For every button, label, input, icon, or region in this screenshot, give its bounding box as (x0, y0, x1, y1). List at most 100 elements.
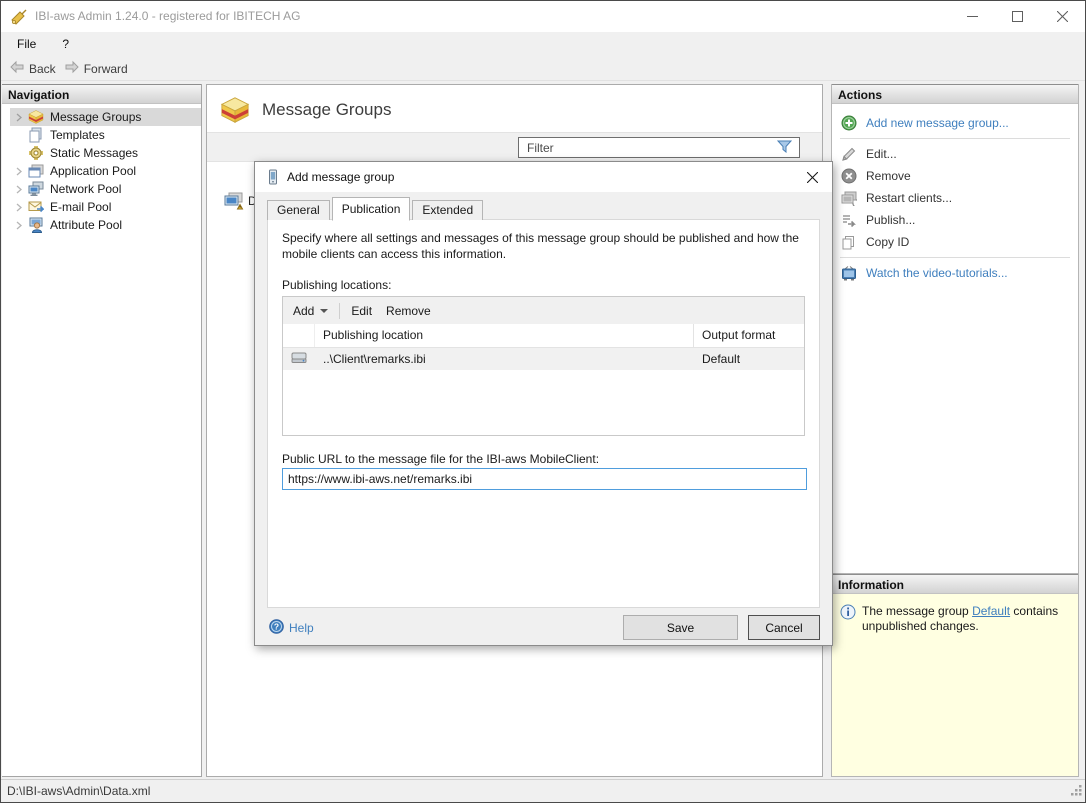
info-text-before: The message group (862, 604, 972, 618)
forward-arrow-icon (64, 60, 80, 77)
navigation-header: Navigation (2, 84, 201, 104)
action-restart-clients[interactable]: Restart clients... (832, 187, 1078, 209)
nav-item-application-pool[interactable]: Application Pool (10, 162, 201, 180)
publishing-locations-group: Add Edit Remove Publishing location Outp… (282, 296, 805, 436)
nav-item-attribute-pool[interactable]: Attribute Pool (10, 216, 201, 234)
tab-extended[interactable]: Extended (412, 200, 483, 220)
public-url-input[interactable] (282, 468, 807, 490)
close-button[interactable] (1040, 1, 1085, 32)
attribute-pool-icon (28, 217, 45, 233)
statusbar: D:\IBI-aws\Admin\Data.xml (1, 779, 1085, 802)
filter-strip (207, 132, 822, 162)
action-watch-video-tutorials[interactable]: Watch the video-tutorials... (832, 262, 1078, 284)
help-icon: ? (269, 619, 284, 637)
action-publish[interactable]: Publish... (832, 209, 1078, 231)
app-icon (10, 8, 28, 26)
filter-input[interactable] (519, 141, 777, 155)
public-url-label: Public URL to the message file for the I… (282, 452, 599, 466)
back-button[interactable]: Back (9, 60, 56, 77)
nav-item-label: Network Pool (50, 182, 121, 196)
dialog-close-icon[interactable] (792, 162, 832, 192)
nav-item-templates[interactable]: Templates (10, 126, 201, 144)
publishing-locations-label: Publishing locations: (282, 278, 391, 292)
titlebar: IBI-aws Admin 1.24.0 - registered for IB… (1, 1, 1085, 32)
drive-icon (291, 352, 307, 367)
nav-item-network-pool[interactable]: Network Pool (10, 180, 201, 198)
email-pool-icon (28, 199, 45, 215)
tab-publication[interactable]: Publication (332, 197, 411, 221)
cancel-button[interactable]: Cancel (748, 615, 820, 640)
separator (840, 257, 1070, 258)
action-label: Edit... (866, 147, 897, 161)
pencil-icon (840, 146, 857, 162)
nav-item-static-messages[interactable]: Static Messages (10, 144, 201, 162)
filter-funnel-icon[interactable] (777, 140, 795, 156)
menu-help[interactable]: ? (52, 32, 79, 57)
action-label: Publish... (866, 213, 915, 227)
help-label: Help (289, 621, 314, 635)
nav-item-label: Static Messages (50, 146, 138, 160)
chevron-right-icon[interactable] (10, 113, 28, 122)
nav-item-email-pool[interactable]: E-mail Pool (10, 198, 201, 216)
edit-label: Edit (351, 304, 372, 318)
menu-file[interactable]: File (7, 32, 46, 57)
action-copy-id[interactable]: Copy ID (832, 231, 1078, 253)
chevron-right-icon[interactable] (10, 185, 28, 194)
forward-label: Forward (84, 62, 128, 76)
publishing-location-column-header[interactable]: Publishing location (315, 324, 694, 347)
table-row[interactable]: ..\Client\remarks.ibi Default (283, 348, 804, 370)
svg-text:?: ? (274, 621, 279, 631)
maximize-button[interactable] (995, 1, 1040, 32)
remove-location-button[interactable]: Remove (386, 304, 431, 318)
message-groups-icon (28, 109, 45, 125)
navigation-panel: Navigation Message Groups Templates Stat… (2, 84, 202, 777)
chevron-right-icon[interactable] (10, 221, 28, 230)
chevron-right-icon[interactable] (10, 203, 28, 212)
actions-header: Actions (832, 84, 1078, 104)
navigation-tree: Message Groups Templates Static Messages… (2, 104, 201, 234)
status-file-path: D:\IBI-aws\Admin\Data.xml (7, 780, 150, 802)
forward-button[interactable]: Forward (64, 60, 128, 77)
back-label: Back (29, 62, 56, 76)
templates-icon (28, 127, 45, 143)
nav-item-label: Application Pool (50, 164, 136, 178)
help-link[interactable]: ? Help (269, 619, 314, 637)
app-window: IBI-aws Admin 1.24.0 - registered for IB… (0, 0, 1086, 803)
tv-icon (840, 265, 857, 281)
action-edit[interactable]: Edit... (832, 143, 1078, 165)
resize-grip[interactable] (1070, 784, 1083, 800)
page-title: Message Groups (262, 95, 391, 125)
information-header: Information (832, 574, 1078, 594)
nav-item-label: Message Groups (50, 110, 141, 124)
publication-tab-content: Specify where all settings and messages … (267, 219, 820, 608)
default-group-link[interactable]: Default (972, 604, 1010, 618)
save-button[interactable]: Save (623, 615, 738, 640)
restart-clients-icon (840, 190, 857, 206)
output-format-column-header[interactable]: Output format (694, 324, 804, 347)
row-publishing-location: ..\Client\remarks.ibi (315, 352, 694, 366)
back-arrow-icon (9, 60, 25, 77)
add-plus-icon (840, 115, 857, 131)
window-title: IBI-aws Admin 1.24.0 - registered for IB… (35, 1, 300, 32)
tab-general[interactable]: General (267, 200, 330, 220)
action-label: Copy ID (866, 235, 909, 249)
nav-item-label: Attribute Pool (50, 218, 122, 232)
message-group-warning-icon (224, 192, 244, 210)
remove-circle-icon (840, 168, 857, 184)
nav-item-message-groups[interactable]: Message Groups (10, 108, 201, 126)
action-remove[interactable]: Remove (832, 165, 1078, 187)
add-message-group-dialog: Add message group General Publication Ex… (254, 161, 833, 646)
edit-location-button[interactable]: Edit (351, 304, 372, 318)
row-output-format: Default (694, 352, 804, 366)
minimize-button[interactable] (950, 1, 995, 32)
chevron-right-icon[interactable] (10, 167, 28, 176)
nav-item-label: Templates (50, 128, 105, 142)
remove-label: Remove (386, 304, 431, 318)
action-label: Restart clients... (866, 191, 952, 205)
add-location-button[interactable]: Add (293, 304, 328, 318)
add-label: Add (293, 304, 314, 318)
action-label: Add new message group... (866, 116, 1009, 130)
action-add-new-message-group[interactable]: Add new message group... (832, 112, 1078, 134)
publication-description: Specify where all settings and messages … (282, 230, 806, 262)
icon-column-header (283, 324, 315, 347)
